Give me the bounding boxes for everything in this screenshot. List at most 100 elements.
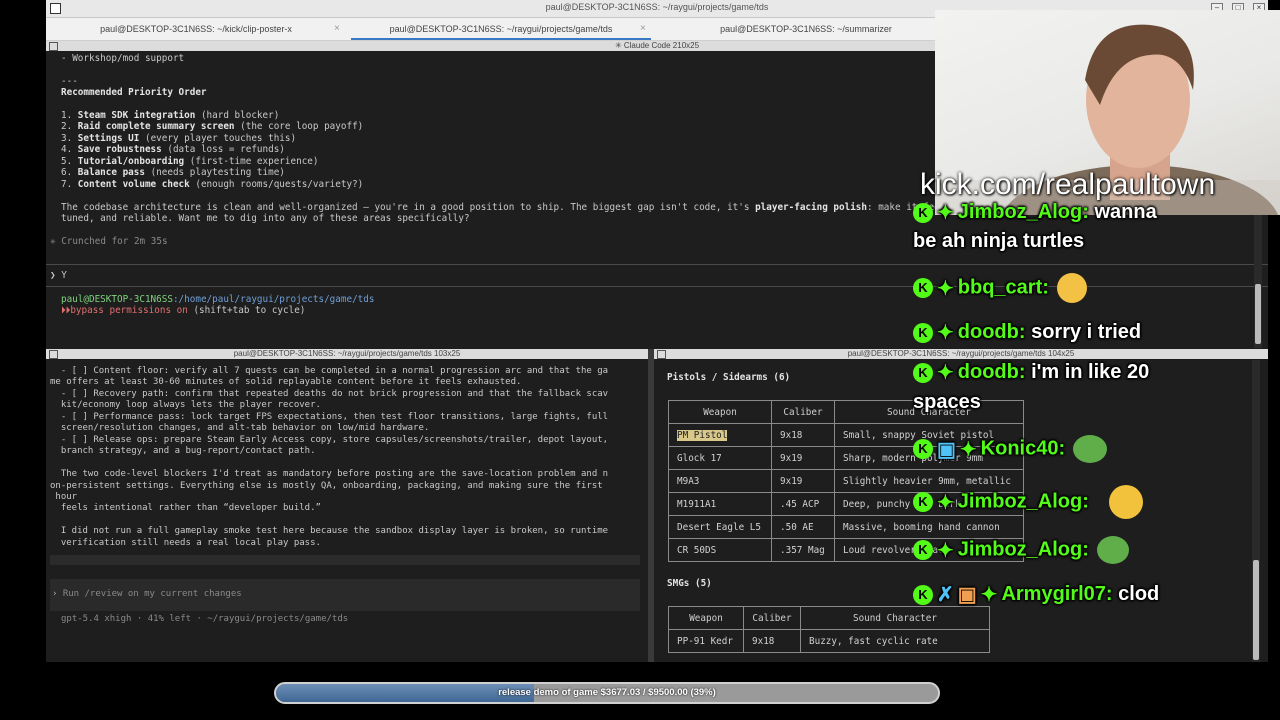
pepe-emote-icon	[1073, 435, 1108, 463]
chat-message: K ✦ bbq_cart:	[913, 273, 1087, 303]
chat-message: spaces	[913, 391, 981, 413]
diamond-badge-icon: ✦	[937, 491, 954, 514]
text-line: screen/resolution changes, and alt-tab b…	[50, 423, 430, 434]
priority-item-2: 2. Raid complete summary screen (the cor…	[61, 121, 364, 132]
model-status: gpt-5.4 xhigh · 41% left · ~/raygui/proj…	[61, 614, 349, 624]
table-cell: PP-91 Kedr	[668, 629, 744, 653]
donation-goal-bar: release demo of game $3677.03 / $9500.00…	[274, 682, 940, 704]
kick-badge-icon: K	[913, 278, 933, 298]
gift-badge-icon: ▣	[937, 438, 956, 461]
text-line: hour	[50, 491, 78, 502]
smgs-heading: SMGs (5)	[667, 578, 712, 589]
chat-message: K ✦ Jimboz_Alog:	[913, 485, 1143, 519]
kick-badge-icon: K	[913, 202, 933, 223]
diamond-badge-icon: ✦	[980, 584, 998, 606]
chat-message: K ✗ ▣ ✦ Armygirl07: clod	[913, 582, 1159, 607]
text-line: - [ ] Release ops: prepare Steam Early A…	[50, 434, 609, 445]
text-line: - [ ] Performance pass: lock target FPS …	[50, 411, 609, 422]
spacer-bar	[50, 555, 640, 565]
pane-icon	[49, 350, 58, 359]
table-cell: .45 ACP	[771, 492, 835, 516]
table-cell: M9A3	[668, 469, 772, 493]
close-tab-icon[interactable]: ×	[640, 18, 646, 40]
divider	[46, 264, 1268, 265]
text-line: branch strategy, and a bug-report/contac…	[50, 446, 316, 457]
scrollbar[interactable]	[1252, 360, 1260, 662]
chat-message: K ✦ Jimboz_Alog:	[913, 536, 1129, 564]
kick-badge-icon: K	[913, 322, 933, 343]
kick-badge-icon: K	[913, 362, 933, 383]
text-line: ---	[61, 76, 78, 87]
priority-item-4: 4. Save robustness (data loss = refunds)	[61, 144, 285, 155]
chat-message: K ✦ Jimboz_Alog: wanna	[913, 200, 1157, 225]
channel-url: kick.com/realpaultown	[920, 168, 1216, 201]
table-cell: Glock 17	[668, 446, 772, 470]
summary-line-1: The codebase architecture is clean and w…	[61, 202, 946, 213]
kick-badge-icon: K	[913, 492, 933, 512]
diamond-badge-icon: ✦	[937, 362, 954, 384]
table-cell: 9x18	[771, 423, 835, 447]
text-line: kit/economy loop always lets the player …	[50, 400, 321, 411]
table-cell: M1911A1	[668, 492, 772, 516]
text-line: - [ ] Recovery path: confirm that repeat…	[50, 388, 609, 399]
priority-item-6: 6. Balance pass (needs playtesting time)	[61, 167, 285, 178]
right-pane-title: paul@DESKTOP-3C1N6SS: ~/raygui/projects/…	[847, 349, 1075, 358]
table-cell: 9x19	[771, 446, 835, 470]
gift-badge-icon: ▣	[957, 584, 977, 606]
sword-badge-icon: ✗	[937, 584, 954, 606]
priority-item-3: 3. Settings UI (every player touches thi…	[61, 133, 297, 144]
column-header: Caliber	[771, 400, 835, 424]
table-cell: .50 AE	[771, 515, 835, 539]
chat-message: K ✦ doodb: i'm in like 20	[913, 360, 1149, 385]
chat-message: be ah ninja turtles	[913, 230, 1085, 252]
text-line: me offers at least 30-60 minutes of soli…	[50, 377, 522, 388]
table-row: PP-91 Kedr 9x18 Buzzy, fast cyclic rate	[668, 629, 990, 653]
text-line: The two code-level blockers I'd treat as…	[50, 469, 609, 480]
input-placeholder[interactable]: › Run /review on my current changes	[52, 589, 242, 600]
table-cell: .357 Mag	[771, 538, 835, 562]
shell-prompt: paul@DESKTOP-3C1N6SS:/home/paul/raygui/p…	[61, 294, 375, 305]
left-pane-header: paul@DESKTOP-3C1N6SS: ~/raygui/projects/…	[46, 349, 648, 359]
bypass-permissions-status: ⏵⏵bypass permissions on (shift+tab to cy…	[61, 305, 306, 316]
text-line: verification still needs a real local pl…	[50, 537, 321, 548]
kick-badge-icon: K	[913, 439, 933, 459]
column-header: Weapon	[668, 400, 772, 424]
diamond-badge-icon: ✦	[937, 539, 954, 562]
column-header: Weapon	[668, 606, 744, 630]
prompt-input[interactable]: ❯ Y	[50, 270, 67, 281]
input-box[interactable]: › Run /review on my current changes	[50, 579, 640, 611]
table-cell: 9x19	[771, 469, 835, 493]
table-cell: Buzzy, fast cyclic rate	[800, 629, 990, 653]
priority-item-7: 7. Content volume check (enough rooms/qu…	[61, 179, 364, 190]
tab-summarizer[interactable]: paul@DESKTOP-3C1N6SS: ~/summarizer	[656, 18, 956, 40]
table-cell: Desert Eagle L5	[668, 515, 772, 539]
codex-pane[interactable]: - [ ] Content floor: verify all 7 quests…	[46, 360, 648, 662]
section-heading: Recommended Priority Order	[61, 87, 207, 98]
text-line: I did not run a full gameplay smoke test…	[50, 526, 609, 537]
close-tab-icon[interactable]: ×	[334, 18, 340, 40]
bypass-icon: ⏵⏵	[61, 305, 71, 316]
crunch-status: ✳ Crunched for 2m 35s	[50, 236, 168, 247]
priority-item-5: 5. Tutorial/onboarding (first-time exper…	[61, 156, 319, 167]
pepe-emote-icon	[1096, 536, 1129, 564]
kick-badge-icon: K	[913, 584, 933, 605]
chat-message: K ✦ doodb: sorry i tried	[913, 320, 1141, 345]
column-header: Sound Character	[800, 606, 990, 630]
column-header: Caliber	[743, 606, 801, 630]
smgs-table: Weapon Caliber Sound Character PP-91 Ked…	[668, 606, 990, 653]
diamond-badge-icon: ✦	[937, 277, 954, 300]
table-header-row: Weapon Caliber Sound Character	[668, 606, 990, 630]
table-cell: 9x18	[743, 629, 801, 653]
tab-tds[interactable]: paul@DESKTOP-3C1N6SS: ~/raygui/projects/…	[351, 18, 651, 40]
text-line: - Workshop/mod support	[61, 53, 185, 64]
summary-line-2: tuned, and reliable. Want me to dig into…	[61, 213, 470, 224]
emote-icon	[1056, 273, 1087, 303]
tab-clip-poster[interactable]: paul@DESKTOP-3C1N6SS: ~/kick/clip-poster…	[46, 18, 346, 40]
goal-label: release demo of game $3677.03 / $9500.00…	[498, 687, 716, 698]
text-line: - [ ] Content floor: verify all 7 quests…	[50, 366, 609, 376]
right-pane-header: paul@DESKTOP-3C1N6SS: ~/raygui/projects/…	[654, 349, 1268, 359]
priority-item-1: 1. Steam SDK integration (hard blocker)	[61, 110, 280, 121]
pane-icon	[657, 350, 666, 359]
angry-emote-icon	[1108, 485, 1143, 519]
diamond-badge-icon: ✦	[959, 438, 977, 461]
